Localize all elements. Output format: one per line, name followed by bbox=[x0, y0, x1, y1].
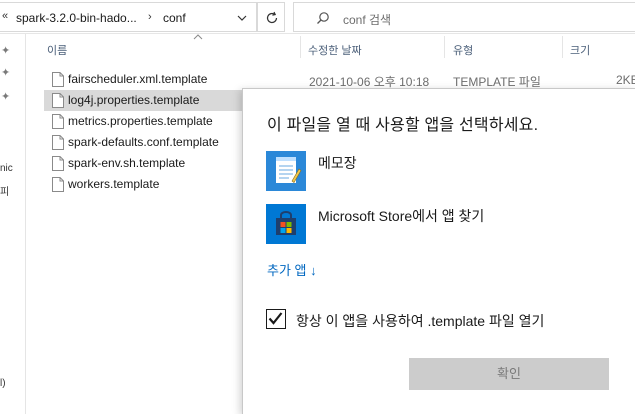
document-icon bbox=[52, 135, 64, 150]
app-option-store[interactable]: Microsoft Store에서 앱 찾기 bbox=[266, 204, 606, 244]
refresh-icon bbox=[266, 11, 278, 24]
file-row[interactable]: spark-env.sh.template bbox=[44, 153, 242, 174]
app-label: Microsoft Store에서 앱 찾기 bbox=[318, 208, 485, 224]
column-name[interactable]: 이름 bbox=[47, 42, 67, 58]
app-option-notepad[interactable]: 메모장 bbox=[266, 151, 606, 191]
open-with-dialog: 이 파일을 열 때 사용할 앱을 선택하세요. 메모장 Microsoft St… bbox=[242, 88, 635, 414]
nav-item-fragment[interactable]: 피 bbox=[0, 183, 9, 198]
pin-icon[interactable]: ✦ bbox=[1, 90, 10, 103]
document-icon bbox=[52, 93, 64, 108]
dialog-title: 이 파일을 열 때 사용할 앱을 선택하세요. bbox=[267, 117, 539, 134]
file-name: workers.template bbox=[68, 177, 160, 191]
search-placeholder: conf 검색 bbox=[343, 13, 392, 27]
ok-button[interactable]: 확인 bbox=[409, 358, 609, 390]
document-icon bbox=[52, 72, 64, 87]
column-header-row: 이름 수정한 날짜 유형 크기 bbox=[27, 34, 635, 60]
column-type[interactable]: 유형 bbox=[453, 42, 473, 58]
checkmark-icon bbox=[268, 312, 283, 325]
column-size[interactable]: 크기 bbox=[570, 42, 590, 58]
file-row[interactable]: fairscheduler.xml.template bbox=[44, 69, 242, 90]
notepad-icon bbox=[266, 151, 306, 191]
column-divider[interactable] bbox=[444, 36, 445, 58]
search-icon bbox=[317, 12, 329, 24]
chevron-down-icon bbox=[237, 15, 247, 21]
file-name: metrics.properties.template bbox=[68, 114, 213, 128]
more-apps-link[interactable]: 추가 앱 ↓ bbox=[267, 260, 317, 279]
file-row[interactable]: metrics.properties.template bbox=[44, 111, 242, 132]
pin-icon[interactable]: ✦ bbox=[1, 66, 10, 79]
nav-item-fragment[interactable]: l) bbox=[0, 378, 6, 389]
column-divider[interactable] bbox=[300, 36, 301, 58]
overflow-chevron-icon[interactable]: « bbox=[2, 10, 8, 22]
breadcrumb-separator-icon[interactable]: › bbox=[148, 11, 152, 23]
file-name: log4j.properties.template bbox=[68, 93, 200, 107]
navigation-pane[interactable]: ✦ ✦ ✦ nic 피 l) bbox=[0, 34, 26, 414]
search-input[interactable]: conf 검색 bbox=[293, 2, 635, 32]
file-row[interactable]: workers.template bbox=[44, 174, 242, 195]
file-row-selected[interactable]: log4j.properties.template bbox=[44, 90, 242, 111]
always-use-checkbox[interactable] bbox=[266, 309, 286, 329]
address-toolbar: « spark-3.2.0-bin-hado... › conf conf 검색 bbox=[0, 0, 635, 34]
app-label: 메모장 bbox=[318, 155, 357, 171]
document-icon bbox=[52, 156, 64, 171]
column-modified[interactable]: 수정한 날짜 bbox=[308, 42, 362, 58]
always-use-label: 항상 이 앱을 사용하여 .template 파일 열기 bbox=[296, 313, 545, 329]
document-icon bbox=[52, 177, 64, 192]
file-size: 2KE bbox=[616, 73, 635, 87]
address-dropdown-button[interactable] bbox=[227, 6, 255, 30]
file-name: fairscheduler.xml.template bbox=[68, 72, 208, 86]
sort-ascending-icon bbox=[193, 34, 203, 40]
refresh-button[interactable] bbox=[257, 2, 285, 32]
file-row[interactable]: spark-defaults.conf.template bbox=[44, 132, 242, 153]
address-bar[interactable]: « spark-3.2.0-bin-hado... › conf bbox=[0, 2, 257, 32]
file-name: spark-env.sh.template bbox=[68, 156, 186, 170]
pin-icon[interactable]: ✦ bbox=[1, 44, 10, 57]
file-name: spark-defaults.conf.template bbox=[68, 135, 219, 149]
nav-item-fragment[interactable]: nic bbox=[0, 163, 13, 174]
always-use-option[interactable]: 항상 이 앱을 사용하여 .template 파일 열기 bbox=[266, 309, 606, 329]
document-icon bbox=[52, 114, 64, 129]
breadcrumb-current[interactable]: conf bbox=[163, 11, 186, 25]
store-icon bbox=[266, 204, 306, 244]
breadcrumb-parent[interactable]: spark-3.2.0-bin-hado... bbox=[16, 11, 137, 25]
column-divider[interactable] bbox=[562, 36, 563, 58]
